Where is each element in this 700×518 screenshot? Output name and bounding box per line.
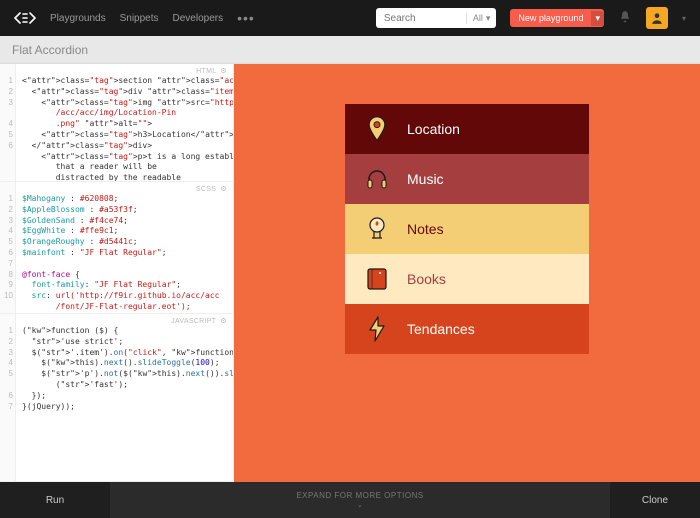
run-button[interactable]: Run [0,482,110,518]
gear-icon[interactable]: ⚙ [220,68,227,75]
pane-label-scss: SCSS ⚙ [196,185,227,193]
chevron-down-icon: ▾ [486,13,491,24]
pane-label-html: HTML ⚙ [196,67,227,75]
chevron-down-icon: ⌄ [110,501,610,509]
accordion-label: Notes [407,221,444,237]
new-playground-button[interactable]: New playground▾ [510,9,604,27]
js-code[interactable]: ("kw">function ($) { "str">'use strict';… [16,314,233,481]
main-area: HTML ⚙ 123456 <"attr">class="tag">sectio… [0,64,700,482]
editor-column: HTML ⚙ 123456 <"attr">class="tag">sectio… [0,64,234,482]
gear-icon[interactable]: ⚙ [220,186,227,193]
pane-label-js: JAVASCRIPT ⚙ [171,317,227,325]
line-numbers: 1234567891011 [0,182,16,313]
search-input[interactable] [376,13,466,24]
accordion-item-music[interactable]: Music [345,154,589,204]
footer-bar: Run EXPAND FOR MORE OPTIONS⌄ Clone [0,482,700,518]
location-icon [365,116,389,142]
accordion-item-tendances[interactable]: Tendances [345,304,589,354]
top-bar: Playgrounds Snippets Developers ••• All▾… [0,0,700,36]
accordion-label: Books [407,271,446,287]
search-box: All▾ [376,8,497,28]
expand-options[interactable]: EXPAND FOR MORE OPTIONS⌄ [110,491,610,509]
chevron-down-icon[interactable]: ▾ [682,14,686,23]
clone-button[interactable]: Clone [610,482,700,518]
line-numbers: 1234567 [0,314,16,481]
search-filter[interactable]: All▾ [466,13,497,24]
music-icon [365,167,389,191]
books-icon [365,267,389,291]
scss-code[interactable]: $Mahogany : #620808; $AppleBlossom : #a5… [16,182,233,313]
page-title: Flat Accordion [12,43,88,57]
accordion-label: Tendances [407,321,475,337]
js-pane[interactable]: JAVASCRIPT ⚙ 1234567 ("kw">function ($) … [0,314,233,482]
accordion-item-books[interactable]: Books [345,254,589,304]
accordion-label: Location [407,121,460,137]
html-code[interactable]: <"attr">class="tag">section "attr">class… [16,64,233,181]
html-pane[interactable]: HTML ⚙ 123456 <"attr">class="tag">sectio… [0,64,233,182]
preview-pane: Location Music Notes Books Tendances [234,64,700,482]
tendances-icon [365,316,389,342]
accordion-label: Music [407,171,444,187]
line-numbers: 123456 [0,64,16,181]
gear-icon[interactable]: ⚙ [220,318,227,325]
more-icon[interactable]: ••• [237,10,255,26]
avatar[interactable] [646,7,668,29]
scss-pane[interactable]: SCSS ⚙ 1234567891011 $Mahogany : #620808… [0,182,233,314]
nav-snippets[interactable]: Snippets [120,13,159,24]
notes-icon [365,216,389,242]
nav-developers[interactable]: Developers [173,13,224,24]
accordion: Location Music Notes Books Tendances [345,104,589,482]
logo-icon[interactable] [14,11,36,25]
bell-icon[interactable] [618,10,632,27]
nav-playgrounds[interactable]: Playgrounds [50,13,106,24]
playground-title-bar: Flat Accordion [0,36,700,64]
accordion-item-location[interactable]: Location [345,104,589,154]
accordion-item-notes[interactable]: Notes [345,204,589,254]
chevron-down-icon[interactable]: ▾ [591,11,604,26]
